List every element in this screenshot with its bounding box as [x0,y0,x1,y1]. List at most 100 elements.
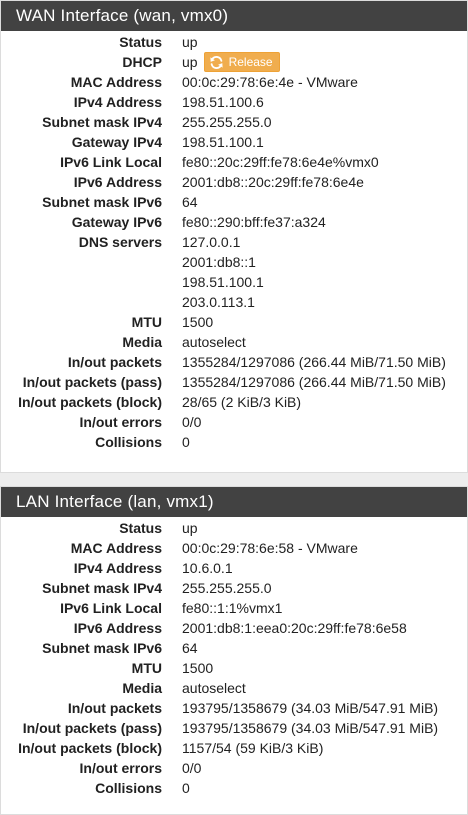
wan-dhcp-label: DHCP [122,54,162,70]
lan-packets-pass-value: 193795/1358679 (34.03 MiB/547.91 MiB) [182,720,439,736]
lan-packets-block-row: In/out packets (block) 1157/54 (59 KiB/3… [1,738,467,758]
wan-gateway6-value: fe80::290:bff:fe37:a324 [182,214,326,230]
lan-packets-label: In/out packets [67,700,162,716]
wan-packets-value: 1355284/1297086 (266.44 MiB/71.50 MiB) [182,354,446,370]
wan-gateway6-label: Gateway IPv6 [71,214,162,230]
wan-mac-label: MAC Address [70,74,162,90]
lan-collisions-label: Collisions [95,780,162,796]
wan-errors-row: In/out errors 0/0 [1,412,467,432]
wan-ipv6-link-local-value: fe80::20c:29ff:fe78:6e4e%vmx0 [182,154,379,170]
wan-mtu-value: 1500 [182,314,214,330]
wan-subnet6-label: Subnet mask IPv6 [42,194,162,210]
lan-ipv6-link-local-label: IPv6 Link Local [60,600,162,616]
wan-dns-value-3: 198.51.100.1 [182,274,264,290]
lan-mac-label: MAC Address [70,540,162,556]
wan-ipv6-row: IPv6 Address 2001:db8::20c:29ff:fe78:6e4… [1,172,467,192]
lan-packets-block-value: 1157/54 (59 KiB/3 KiB) [182,740,324,756]
lan-ipv6-row: IPv6 Address 2001:db8:1:eea0:20c:29ff:fe… [1,618,467,638]
wan-ipv4-row: IPv4 Address 198.51.100.6 [1,92,467,112]
lan-mtu-row: MTU 1500 [1,658,467,678]
wan-dhcp-cell: up Release [162,52,280,72]
wan-subnet4-row: Subnet mask IPv4 255.255.255.0 [1,112,467,132]
lan-media-row: Media autoselect [1,678,467,698]
wan-collisions-value: 0 [182,434,190,450]
lan-ipv4-label: IPv4 Address [73,560,162,576]
lan-status-row: Status up [1,518,467,538]
wan-media-label: Media [122,334,162,350]
lan-subnet6-value: 64 [182,640,198,656]
lan-ipv6-link-local-value: fe80::1:1%vmx1 [182,600,283,616]
wan-media-row: Media autoselect [1,332,467,352]
wan-dhcp-row: DHCP up Release [1,52,467,72]
lan-collisions-row: Collisions 0 [1,778,467,798]
wan-packets-pass-row: In/out packets (pass) 1355284/1297086 (2… [1,372,467,392]
lan-status-label: Status [119,520,162,536]
lan-media-label: Media [122,680,162,696]
wan-dns-value-4: 203.0.113.1 [182,294,255,310]
lan-errors-value: 0/0 [182,760,202,776]
lan-details: Status up MAC Address 00:0c:29:78:6e:58 … [1,517,467,798]
wan-dns-row-2: 2001:db8::1 [1,252,467,272]
lan-mtu-label: MTU [131,660,162,676]
wan-dns-value-1: 127.0.0.1 [182,234,241,250]
wan-packets-block-row: In/out packets (block) 28/65 (2 KiB/3 Ki… [1,392,467,412]
lan-packets-value: 193795/1358679 (34.03 MiB/547.91 MiB) [182,700,439,716]
wan-gateway4-value: 198.51.100.1 [182,134,264,150]
wan-ipv6-value: 2001:db8::20c:29ff:fe78:6e4e [182,174,364,190]
wan-dns-label: DNS servers [78,234,162,250]
wan-subnet4-value: 255.255.255.0 [182,114,272,130]
lan-errors-label: In/out errors [79,760,162,776]
lan-ipv4-value: 10.6.0.1 [182,560,233,576]
wan-errors-label: In/out errors [79,414,162,430]
wan-ipv6-label: IPv6 Address [73,174,162,190]
lan-subnet4-value: 255.255.255.0 [182,580,272,596]
wan-status-label: Status [119,34,162,50]
wan-details: Status up DHCP up Release MAC Address 00… [1,31,467,452]
wan-status-row: Status up [1,32,467,52]
wan-ipv6-link-local-row: IPv6 Link Local fe80::20c:29ff:fe78:6e4e… [1,152,467,172]
wan-ipv4-label: IPv4 Address [73,94,162,110]
lan-subnet4-label: Subnet mask IPv4 [42,580,162,596]
wan-gateway6-row: Gateway IPv6 fe80::290:bff:fe37:a324 [1,212,467,232]
wan-dns-value-2: 2001:db8::1 [182,254,256,270]
lan-collisions-value: 0 [182,780,190,796]
dhcp-release-button[interactable]: Release [203,52,280,72]
wan-gateway4-row: Gateway IPv4 198.51.100.1 [1,132,467,152]
lan-errors-row: In/out errors 0/0 [1,758,467,778]
wan-packets-row: In/out packets 1355284/1297086 (266.44 M… [1,352,467,372]
refresh-icon [209,55,224,70]
lan-ipv6-value: 2001:db8:1:eea0:20c:29ff:fe78:6e58 [182,620,407,636]
wan-packets-block-value: 28/65 (2 KiB/3 KiB) [182,394,302,410]
wan-dns-row-4: 203.0.113.1 [1,292,467,312]
lan-subnet6-row: Subnet mask IPv6 64 [1,638,467,658]
dhcp-release-label: Release [228,55,273,69]
wan-dhcp-value: up [182,54,198,70]
lan-ipv6-link-local-row: IPv6 Link Local fe80::1:1%vmx1 [1,598,467,618]
wan-interface-panel: WAN Interface (wan, vmx0) Status up DHCP… [0,0,468,473]
wan-collisions-row: Collisions 0 [1,432,467,452]
wan-dns-row-3: 198.51.100.1 [1,272,467,292]
lan-mtu-value: 1500 [182,660,214,676]
wan-ipv4-value: 198.51.100.6 [182,94,264,110]
lan-status-value: up [182,520,198,536]
lan-ipv6-label: IPv6 Address [73,620,162,636]
wan-subnet6-row: Subnet mask IPv6 64 [1,192,467,212]
lan-ipv4-row: IPv4 Address 10.6.0.1 [1,558,467,578]
wan-errors-value: 0/0 [182,414,202,430]
wan-mtu-row: MTU 1500 [1,312,467,332]
wan-mtu-label: MTU [131,314,162,330]
wan-subnet4-label: Subnet mask IPv4 [42,114,162,130]
lan-packets-block-label: In/out packets (block) [18,740,162,756]
lan-mac-row: MAC Address 00:0c:29:78:6e:58 - VMware [1,538,467,558]
lan-packets-row: In/out packets 193795/1358679 (34.03 MiB… [1,698,467,718]
wan-dns-row: DNS servers 127.0.0.1 [1,232,467,252]
wan-packets-pass-label: In/out packets (pass) [22,374,162,390]
wan-media-value: autoselect [182,334,246,350]
wan-mac-value: 00:0c:29:78:6e:4e - VMware [182,74,358,90]
lan-subnet4-row: Subnet mask IPv4 255.255.255.0 [1,578,467,598]
wan-status-value: up [182,34,198,50]
wan-packets-pass-value: 1355284/1297086 (266.44 MiB/71.50 MiB) [182,374,446,390]
wan-collisions-label: Collisions [95,434,162,450]
lan-interface-panel: LAN Interface (lan, vmx1) Status up MAC … [0,486,468,815]
wan-packets-block-label: In/out packets (block) [18,394,162,410]
